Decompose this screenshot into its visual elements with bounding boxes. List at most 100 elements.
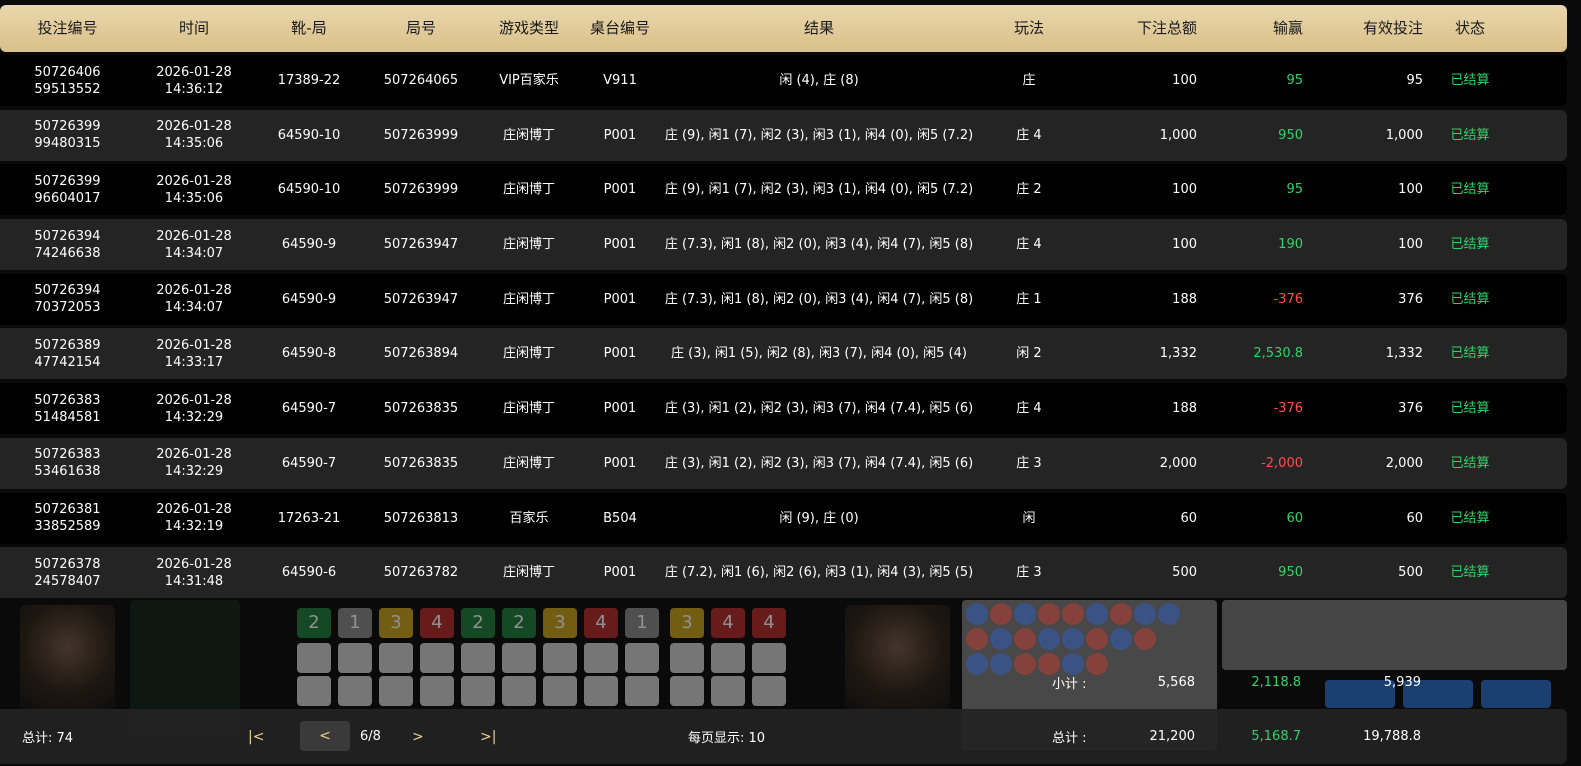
bg-road-dot — [1110, 628, 1132, 650]
shoe-cell: 64590-9 — [281, 291, 337, 307]
bet-id-part: 51484581 — [34, 409, 101, 425]
time-cell: 2026-01-28 14:32:29 — [135, 446, 253, 480]
win-loss-cell: -2,000 — [1261, 455, 1303, 471]
shoe-cell: 64590-8 — [281, 346, 337, 362]
game-type-cell: 庄闲博丁 — [502, 182, 555, 198]
play-cell: 庄 4 — [1016, 127, 1042, 143]
shoe-cell: 64590-6 — [281, 565, 337, 581]
game-type-cell: VIP百家乐 — [499, 73, 559, 88]
bet-id-cell: 50726383 51484581 — [0, 392, 135, 426]
game-type-cell: 庄闲博丁 — [502, 291, 555, 307]
bet-id-part: 47742154 — [34, 354, 101, 370]
bet-id-part: 96604017 — [34, 190, 101, 206]
bet-id-part: 24578407 — [34, 573, 101, 589]
win-loss-cell: 950 — [1278, 565, 1303, 581]
play-cell: 庄 2 — [1016, 182, 1042, 198]
game-type-cell: 庄闲博丁 — [502, 127, 555, 143]
table-number-cell: P001 — [603, 127, 637, 143]
bet-amount-cell: 60 — [1180, 510, 1197, 526]
bet-id-part: 59513552 — [34, 81, 101, 97]
bg-road-dot — [990, 603, 1012, 625]
result-cell: 庄 (3), 闲1 (5), 闲2 (8), 闲3 (7), 闲4 (0), 闲… — [671, 346, 967, 362]
result-cell: 庄 (9), 闲1 (7), 闲2 (3), 闲3 (1), 闲4 (0), 闲… — [664, 182, 974, 198]
bet-amount-cell: 2,000 — [1159, 455, 1197, 471]
header-result: 结果 — [803, 19, 834, 37]
game-type-cell: 庄闲博丁 — [502, 346, 555, 362]
time-text: 14:33:17 — [164, 354, 224, 370]
next-page-button[interactable]: > — [412, 709, 424, 764]
time-cell: 2026-01-28 14:36:12 — [135, 64, 253, 98]
total-count: 总计: 74 — [22, 731, 74, 746]
game-type-cell: 庄闲博丁 — [502, 565, 555, 581]
header-valid-bet: 有效投注 — [1362, 19, 1423, 37]
bg-road-dot — [966, 628, 988, 650]
bg-number-tile: 1 — [625, 608, 659, 638]
time-cell: 2026-01-28 14:32:19 — [135, 501, 253, 535]
round-cell: 507263947 — [383, 291, 459, 307]
result-cell: 庄 (3), 闲1 (2), 闲2 (3), 闲3 (7), 闲4 (7.4),… — [664, 455, 974, 471]
bet-id-part: 50726378 — [34, 556, 101, 572]
table-number-cell: P001 — [603, 401, 637, 417]
date-text: 2026-01-28 — [156, 64, 232, 80]
time-cell: 2026-01-28 14:31:48 — [135, 556, 253, 590]
bet-id-part: 70372053 — [34, 300, 101, 316]
table-row: 50726399 99480315 2026-01-28 14:35:06 6459… — [0, 109, 1567, 161]
header-bet-id: 投注编号 — [37, 19, 98, 37]
bet-amount-cell: 1,332 — [1159, 346, 1197, 362]
bet-amount-cell: 100 — [1172, 237, 1197, 253]
page-subtotal-row: 小计 : 5,568 2,118.8 5,939 — [0, 668, 1567, 696]
game-type-cell: 庄闲博丁 — [502, 401, 555, 417]
page-indicator: 6/8 — [360, 729, 381, 744]
result-cell: 庄 (9), 闲1 (7), 闲2 (3), 闲3 (1), 闲4 (0), 闲… — [664, 127, 974, 143]
date-text: 2026-01-28 — [156, 502, 232, 517]
per-page-selector[interactable]: 每页显示: 10 — [688, 709, 765, 764]
status-cell: 已结算 — [1450, 565, 1490, 581]
table-row: 50726394 70372053 2026-01-28 14:34:07 6459… — [0, 273, 1567, 325]
round-cell: 507264065 — [383, 73, 459, 88]
prev-page-button[interactable]: < — [300, 721, 350, 751]
date-text: 2026-01-28 — [156, 447, 232, 463]
shoe-cell: 64590-10 — [277, 127, 341, 143]
bet-id-cell: 50726399 96604017 — [0, 173, 135, 207]
bet-id-cell: 50726389 47742154 — [0, 337, 135, 371]
valid-bet-cell: 60 — [1406, 510, 1423, 526]
bg-number-tile: 2 — [461, 608, 495, 638]
time-text: 14:34:07 — [164, 300, 224, 316]
bg-number-tile: 4 — [584, 608, 618, 638]
bet-id-part: 50726399 — [34, 119, 101, 135]
play-cell: 庄 1 — [1016, 291, 1042, 307]
win-loss-cell: -376 — [1273, 291, 1303, 307]
play-cell: 闲 — [1022, 510, 1036, 526]
time-text: 14:35:06 — [164, 136, 224, 152]
bg-road-dot — [1038, 603, 1060, 625]
date-text: 2026-01-28 — [156, 173, 232, 189]
bet-id-cell: 50726378 24578407 — [0, 556, 135, 590]
bet-id-part: 50726394 — [34, 228, 101, 244]
bg-road-dot — [966, 603, 988, 625]
header-bet-amount: 下注总额 — [1136, 19, 1197, 37]
result-cell: 庄 (7.3), 闲1 (8), 闲2 (0), 闲3 (4), 闲4 (7),… — [664, 291, 974, 307]
first-page-button[interactable]: |< — [248, 709, 264, 764]
subtotal-amount: 5,568 — [1157, 674, 1195, 690]
win-loss-cell: 190 — [1278, 237, 1303, 253]
table-number-cell: P001 — [603, 565, 637, 581]
status-cell: 已结算 — [1450, 73, 1490, 88]
date-text: 2026-01-28 — [156, 283, 232, 299]
status-cell: 已结算 — [1450, 346, 1490, 362]
table-footer: 总计: 74 |< < 6/8 > >| 每页显示: 10 总计 : 21,20… — [0, 709, 1567, 764]
header-round-number: 局号 — [405, 19, 436, 37]
play-cell: 庄 3 — [1016, 455, 1042, 471]
status-cell: 已结算 — [1450, 401, 1490, 417]
bet-id-part: 50726399 — [34, 173, 101, 189]
bg-road-dot — [990, 628, 1012, 650]
win-loss-cell: 95 — [1286, 73, 1303, 88]
play-cell: 庄 4 — [1016, 401, 1042, 417]
time-cell: 2026-01-28 14:35:06 — [135, 118, 253, 152]
bet-id-part: 74246638 — [34, 245, 101, 261]
round-cell: 507263999 — [383, 182, 459, 198]
play-cell: 庄 3 — [1016, 565, 1042, 581]
bg-bead-road — [1222, 600, 1567, 670]
win-loss-cell: 95 — [1286, 182, 1303, 198]
shoe-cell: 64590-7 — [281, 455, 337, 471]
last-page-button[interactable]: >| — [480, 709, 496, 764]
